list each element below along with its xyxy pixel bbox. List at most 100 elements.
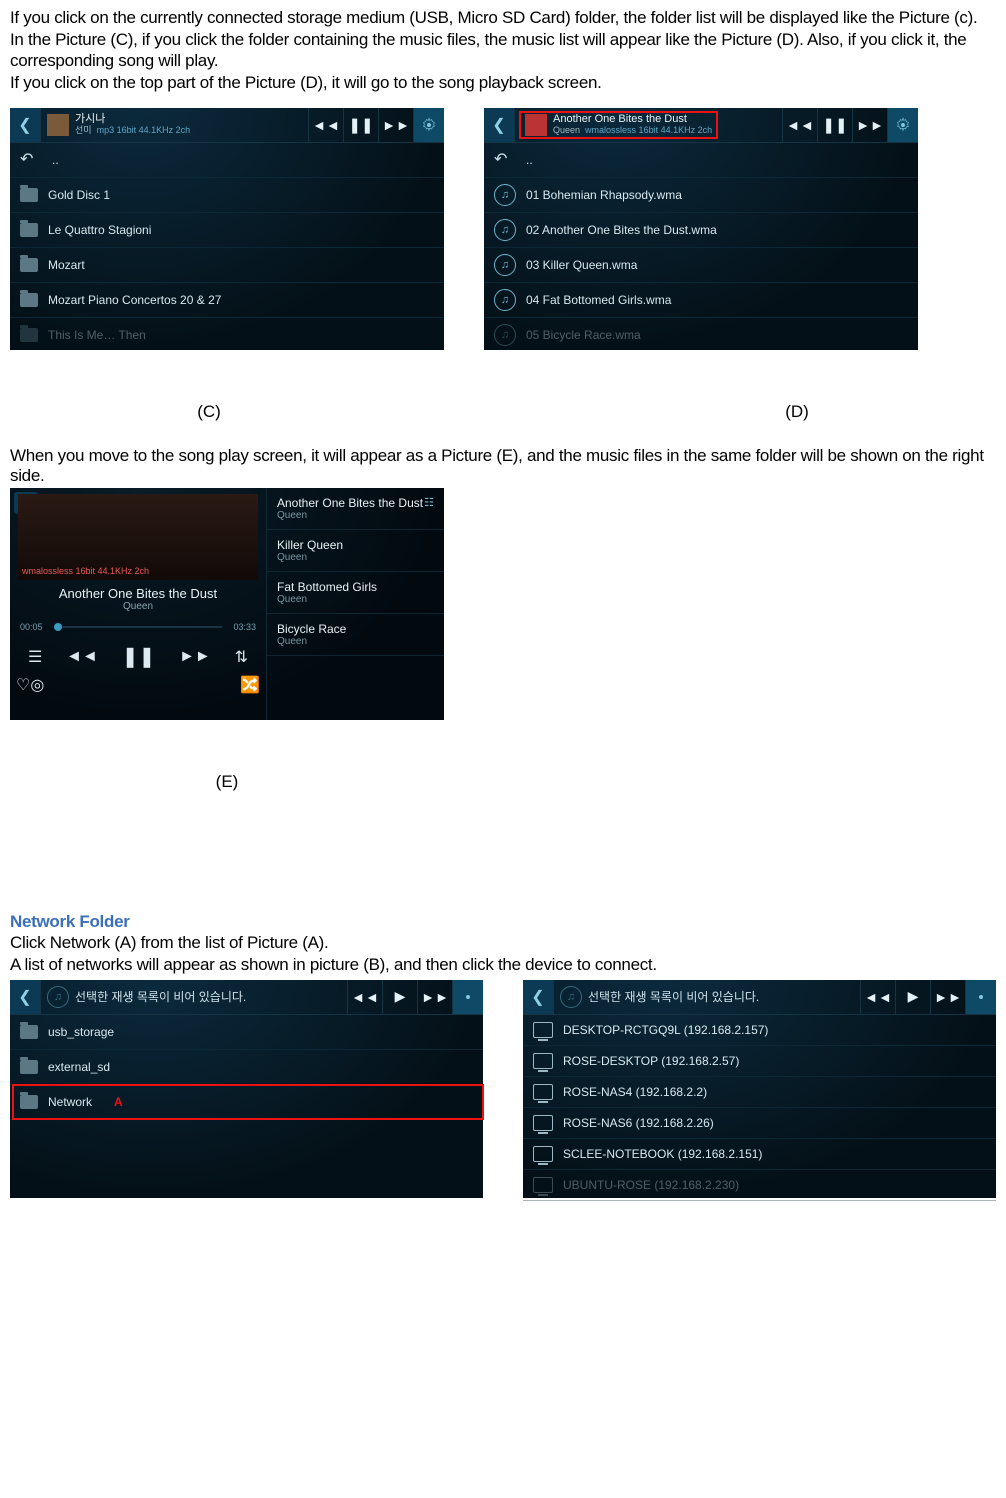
file-row[interactable]: ♫04 Fat Bottomed Girls.wma xyxy=(484,283,918,318)
playlist-item[interactable]: ☷Another One Bites the DustQueen xyxy=(267,488,444,530)
network-device-row[interactable]: ROSE-DESKTOP (192.168.2.57) xyxy=(523,1046,996,1077)
pc-icon xyxy=(533,1177,553,1193)
music-icon: ♫ xyxy=(494,184,516,206)
play-button[interactable]: ▶ xyxy=(895,980,930,1014)
prev-button[interactable]: ◄◄ xyxy=(860,980,895,1014)
folder-name: Mozart xyxy=(48,258,85,272)
folder-name: Le Quattro Stagioni xyxy=(48,223,151,237)
settings-button[interactable] xyxy=(452,980,483,1014)
eq-icon: ☷ xyxy=(424,496,434,509)
music-icon: ♫ xyxy=(560,986,582,1008)
np-empty-text: 선택한 재생 목록이 비어 있습니다. xyxy=(75,988,246,1005)
up-folder-row[interactable]: .. xyxy=(484,143,918,178)
device-name: UBUNTU-ROSE (192.168.2.230) xyxy=(563,1178,739,1192)
pause-button[interactable]: ❚❚ xyxy=(343,108,378,142)
play-button[interactable]: ▶ xyxy=(382,980,417,1014)
device-name: DESKTOP-RCTGQ9L (192.168.2.157) xyxy=(563,1023,768,1037)
pause-button[interactable]: ❚❚ xyxy=(122,644,156,669)
menu-icon[interactable]: ☰ xyxy=(28,647,42,667)
device-name: ROSE-NAS6 (192.168.2.26) xyxy=(563,1116,714,1130)
heart-icon[interactable]: ♡ xyxy=(16,675,30,695)
back-button[interactable]: ❮ xyxy=(523,980,554,1014)
item-artist: Queen xyxy=(277,510,434,521)
folder-row[interactable]: Mozart xyxy=(10,248,444,283)
folder-icon xyxy=(20,223,38,237)
folder-name: external_sd xyxy=(48,1060,110,1074)
playlist-item[interactable]: Fat Bottomed GirlsQueen xyxy=(267,572,444,614)
now-playing-bar[interactable]: ♫ 선택한 재생 목록이 비어 있습니다. xyxy=(554,986,860,1008)
file-row[interactable]: ♫03 Killer Queen.wma xyxy=(484,248,918,283)
next-button[interactable]: ►► xyxy=(417,980,452,1014)
folder-row[interactable]: Gold Disc 1 xyxy=(10,178,444,213)
next-button[interactable]: ►► xyxy=(852,108,887,142)
next-button[interactable]: ►► xyxy=(930,980,965,1014)
up-icon xyxy=(494,152,516,168)
np-empty-text: 선택한 재생 목록이 비어 있습니다. xyxy=(588,988,759,1005)
back-button[interactable]: ❮ xyxy=(10,108,41,142)
now-playing-bar[interactable]: Another One Bites the Dust Queen wmaloss… xyxy=(515,109,782,141)
sort-icon[interactable]: ⇅ xyxy=(235,647,248,667)
screenshot-d: ❮ Another One Bites the Dust Queen wmalo… xyxy=(484,108,918,350)
track-meta: wmalossless 16bit 44.1KHz 2ch xyxy=(22,566,149,576)
now-playing-bar[interactable]: ♫ 선택한 재생 목록이 비어 있습니다. xyxy=(41,986,347,1008)
prev-button[interactable]: ◄◄ xyxy=(308,108,343,142)
next-button[interactable]: ►► xyxy=(378,108,413,142)
file-name: 01 Bohemian Rhapsody.wma xyxy=(526,188,682,202)
prev-button[interactable]: ◄◄ xyxy=(782,108,817,142)
back-button[interactable]: ❮ xyxy=(484,108,515,142)
settings-button[interactable] xyxy=(965,980,996,1014)
prev-button[interactable]: ◄◄ xyxy=(66,648,98,666)
folder-icon xyxy=(20,1060,38,1074)
album-thumb-icon xyxy=(47,114,69,136)
paragraph-5: Click Network (A) from the list of Pictu… xyxy=(10,933,996,953)
settings-button[interactable] xyxy=(413,108,444,142)
time-current: 00:05 xyxy=(20,622,48,632)
network-device-row[interactable]: SCLEE-NOTEBOOK (192.168.2.151) xyxy=(523,1139,996,1170)
prev-button[interactable]: ◄◄ xyxy=(347,980,382,1014)
playlist-item[interactable]: Killer QueenQueen xyxy=(267,530,444,572)
folder-row[interactable]: usb_storage xyxy=(10,1015,483,1050)
file-name: 04 Fat Bottomed Girls.wma xyxy=(526,293,671,307)
item-title: Bicycle Race xyxy=(277,622,434,636)
up-folder-row[interactable]: .. xyxy=(10,143,444,178)
folder-icon xyxy=(20,1025,38,1039)
album-art: wmalossless 16bit 44.1KHz 2ch xyxy=(18,494,258,580)
network-device-row[interactable]: UBUNTU-ROSE (192.168.2.230) xyxy=(523,1170,996,1201)
pc-icon xyxy=(533,1084,553,1100)
caption-c: (C) xyxy=(10,402,408,422)
shuffle-icon[interactable]: 🔀 xyxy=(240,675,260,695)
network-device-row[interactable]: ROSE-NAS4 (192.168.2.2) xyxy=(523,1077,996,1108)
pause-button[interactable]: ❚❚ xyxy=(817,108,852,142)
heading-network-folder: Network Folder xyxy=(10,912,996,932)
file-row[interactable]: ♫05 Bicycle Race.wma xyxy=(484,318,918,350)
paragraph-2: In the Picture (C), if you click the fol… xyxy=(10,30,996,71)
folder-name: This Is Me… Then xyxy=(48,328,146,342)
item-title: Another One Bites the Dust xyxy=(277,496,434,510)
network-device-row[interactable]: DESKTOP-RCTGQ9L (192.168.2.157) xyxy=(523,1015,996,1046)
settings-button[interactable] xyxy=(887,108,918,142)
file-row[interactable]: ♫ 01 Bohemian Rhapsody.wma xyxy=(484,178,918,213)
folder-name: usb_storage xyxy=(48,1025,114,1039)
folder-row[interactable]: external_sd xyxy=(10,1050,483,1085)
next-button[interactable]: ►► xyxy=(179,648,211,666)
folder-row[interactable]: Le Quattro Stagioni xyxy=(10,213,444,248)
folder-row[interactable]: This Is Me… Then xyxy=(10,318,444,350)
folder-row[interactable]: Mozart Piano Concertos 20 & 27 xyxy=(10,283,444,318)
now-playing-bar[interactable]: 가시나 선미 mp3 16bit 44.1KHz 2ch xyxy=(41,114,308,136)
folder-name: Gold Disc 1 xyxy=(48,188,110,202)
seek-bar[interactable] xyxy=(54,626,222,628)
network-device-row[interactable]: ROSE-NAS6 (192.168.2.26) xyxy=(523,1108,996,1139)
music-icon: ♫ xyxy=(494,254,516,276)
highlight-box-a xyxy=(12,1084,484,1120)
back-button[interactable]: ❮ xyxy=(10,980,41,1014)
item-artist: Queen xyxy=(277,594,434,605)
paragraph-1: If you click on the currently connected … xyxy=(10,8,996,28)
file-row[interactable]: ♫02 Another One Bites the Dust.wma xyxy=(484,213,918,248)
np-meta: wmalossless 16bit 44.1KHz 2ch xyxy=(585,125,712,135)
folder-name: Mozart Piano Concertos 20 & 27 xyxy=(48,293,221,307)
playlist-item[interactable]: Bicycle RaceQueen xyxy=(267,614,444,656)
record-icon[interactable]: ◎ xyxy=(30,675,44,695)
pc-icon xyxy=(533,1022,553,1038)
track-title: Another One Bites the Dust xyxy=(10,586,266,601)
screenshot-e: ❮ wmalossless 16bit 44.1KHz 2ch Another … xyxy=(10,488,444,720)
